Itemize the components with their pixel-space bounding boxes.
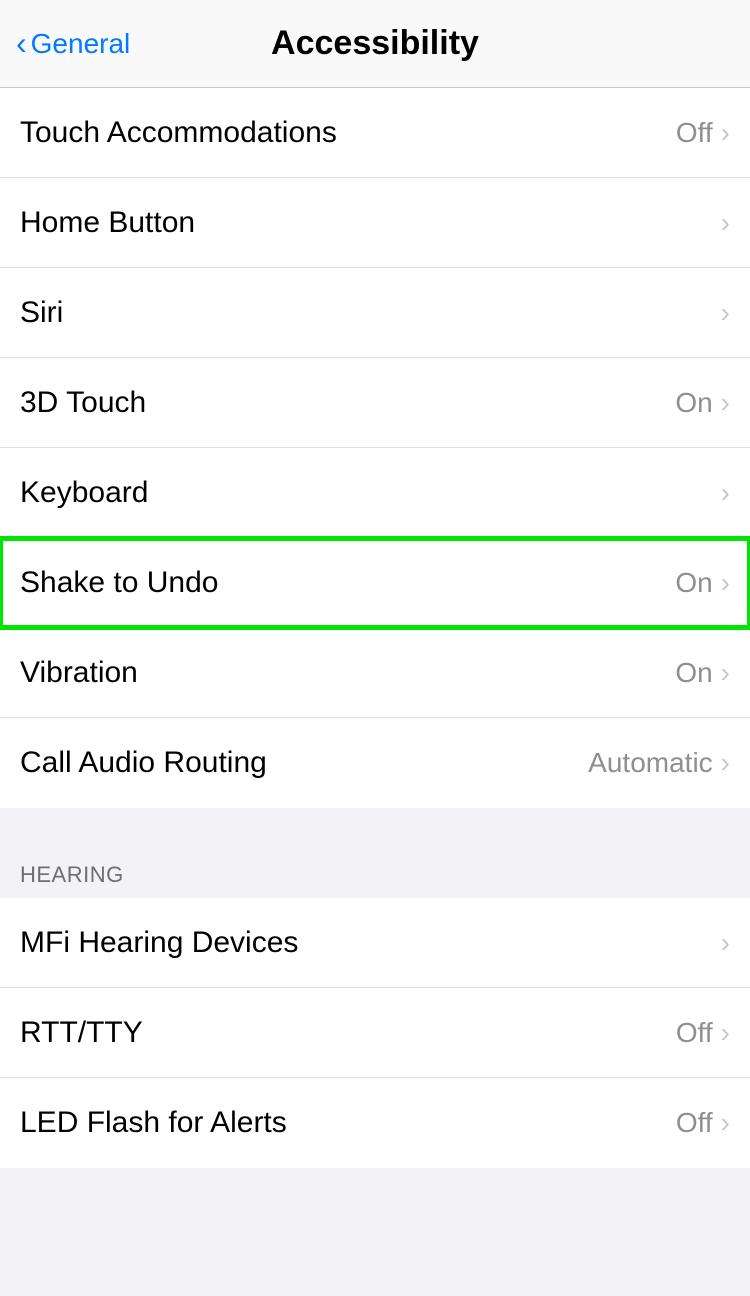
item-label: 3D Touch [20, 386, 146, 420]
item-value: Off [676, 1107, 713, 1139]
list-item-vibration[interactable]: Vibration On › [0, 628, 750, 718]
list-item-keyboard[interactable]: Keyboard › [0, 448, 750, 538]
chevron-icon: › [721, 207, 730, 239]
chevron-icon: › [721, 477, 730, 509]
hearing-list-section: MFi Hearing Devices › RTT/TTY Off › LED … [0, 898, 750, 1168]
chevron-icon: › [721, 927, 730, 959]
item-label: Touch Accommodations [20, 116, 337, 150]
main-list-section: Touch Accommodations Off › Home Button ›… [0, 88, 750, 808]
back-chevron-icon: ‹ [16, 25, 27, 62]
chevron-icon: › [721, 1107, 730, 1139]
item-label: Home Button [20, 206, 195, 240]
nav-bar: ‹ General Accessibility [0, 0, 750, 88]
item-label: Vibration [20, 656, 138, 690]
chevron-icon: › [721, 567, 730, 599]
chevron-icon: › [721, 747, 730, 779]
chevron-icon: › [721, 117, 730, 149]
section-separator [0, 808, 750, 848]
chevron-icon: › [721, 657, 730, 689]
item-value: Off [676, 117, 713, 149]
chevron-icon: › [721, 297, 730, 329]
list-item-mfi-hearing-devices[interactable]: MFi Hearing Devices › [0, 898, 750, 988]
list-item-3d-touch[interactable]: 3D Touch On › [0, 358, 750, 448]
back-label: General [31, 28, 131, 60]
back-button[interactable]: ‹ General [16, 25, 130, 62]
item-label: Keyboard [20, 476, 148, 510]
hearing-section-header: HEARING [0, 848, 750, 898]
item-label: Siri [20, 296, 63, 330]
item-label: Call Audio Routing [20, 746, 267, 780]
list-item-touch-accommodations[interactable]: Touch Accommodations Off › [0, 88, 750, 178]
list-item-shake-to-undo[interactable]: Shake to Undo On › [0, 538, 750, 628]
item-value: On [675, 387, 712, 419]
list-item-siri[interactable]: Siri › [0, 268, 750, 358]
chevron-icon: › [721, 1017, 730, 1049]
list-item-home-button[interactable]: Home Button › [0, 178, 750, 268]
list-item-led-flash-for-alerts[interactable]: LED Flash for Alerts Off › [0, 1078, 750, 1168]
item-value: Off [676, 1017, 713, 1049]
item-label: Shake to Undo [20, 566, 218, 600]
list-item-rtt-tty[interactable]: RTT/TTY Off › [0, 988, 750, 1078]
item-label: MFi Hearing Devices [20, 926, 298, 960]
chevron-icon: › [721, 387, 730, 419]
hearing-header-text: HEARING [20, 862, 124, 887]
list-item-call-audio-routing[interactable]: Call Audio Routing Automatic › [0, 718, 750, 808]
item-value: Automatic [588, 747, 713, 779]
page-title: Accessibility [271, 24, 479, 63]
item-label: LED Flash for Alerts [20, 1106, 287, 1140]
item-value: On [675, 657, 712, 689]
item-value: On [675, 567, 712, 599]
item-label: RTT/TTY [20, 1016, 143, 1050]
